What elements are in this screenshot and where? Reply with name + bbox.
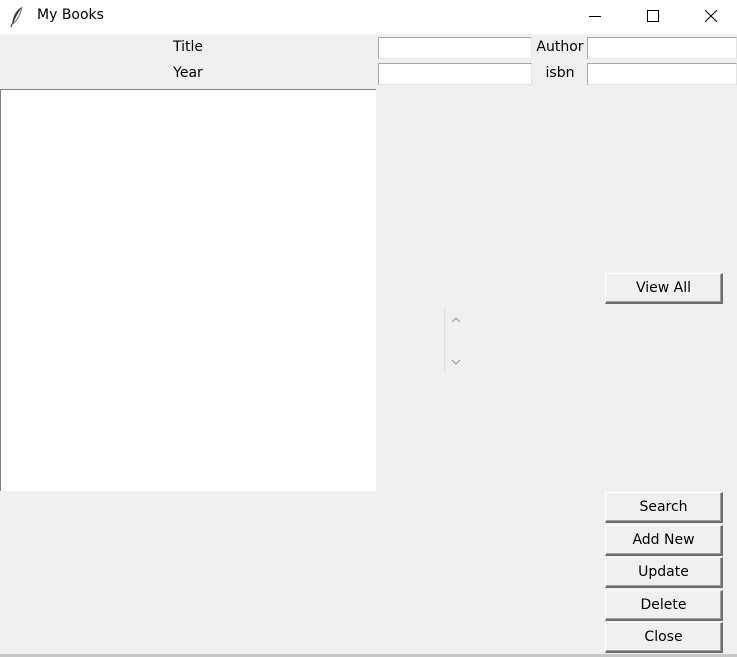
listbox-scrollbar[interactable]	[444, 308, 464, 372]
search-button[interactable]: Search	[605, 492, 723, 523]
scroll-down-icon[interactable]	[450, 356, 462, 368]
scroll-up-icon[interactable]	[450, 314, 462, 326]
close-window-button[interactable]	[682, 0, 737, 32]
maximize-icon	[647, 10, 659, 22]
isbn-field[interactable]	[587, 63, 737, 85]
add-new-button[interactable]: Add New	[605, 525, 723, 556]
title-bar: My Books	[0, 0, 737, 34]
author-field[interactable]	[587, 37, 737, 59]
maximize-button[interactable]	[624, 0, 682, 32]
close-button[interactable]: Close	[605, 622, 723, 653]
isbn-label: isbn	[545, 65, 575, 81]
year-label: Year	[173, 65, 203, 81]
minimize-icon	[589, 10, 601, 22]
feather-icon	[10, 6, 24, 28]
view-all-button[interactable]: View All	[605, 273, 723, 304]
books-listbox[interactable]	[0, 89, 376, 491]
close-icon	[705, 10, 717, 22]
title-field[interactable]	[378, 37, 532, 59]
minimize-button[interactable]	[566, 0, 624, 32]
update-button[interactable]: Update	[605, 557, 723, 588]
author-label: Author	[536, 39, 584, 55]
window-title: My Books	[37, 7, 104, 23]
app-body: Title Author Year isbn View All Search A…	[0, 34, 737, 655]
title-label: Title	[172, 39, 203, 55]
delete-button[interactable]: Delete	[605, 590, 723, 621]
year-field[interactable]	[378, 63, 532, 85]
